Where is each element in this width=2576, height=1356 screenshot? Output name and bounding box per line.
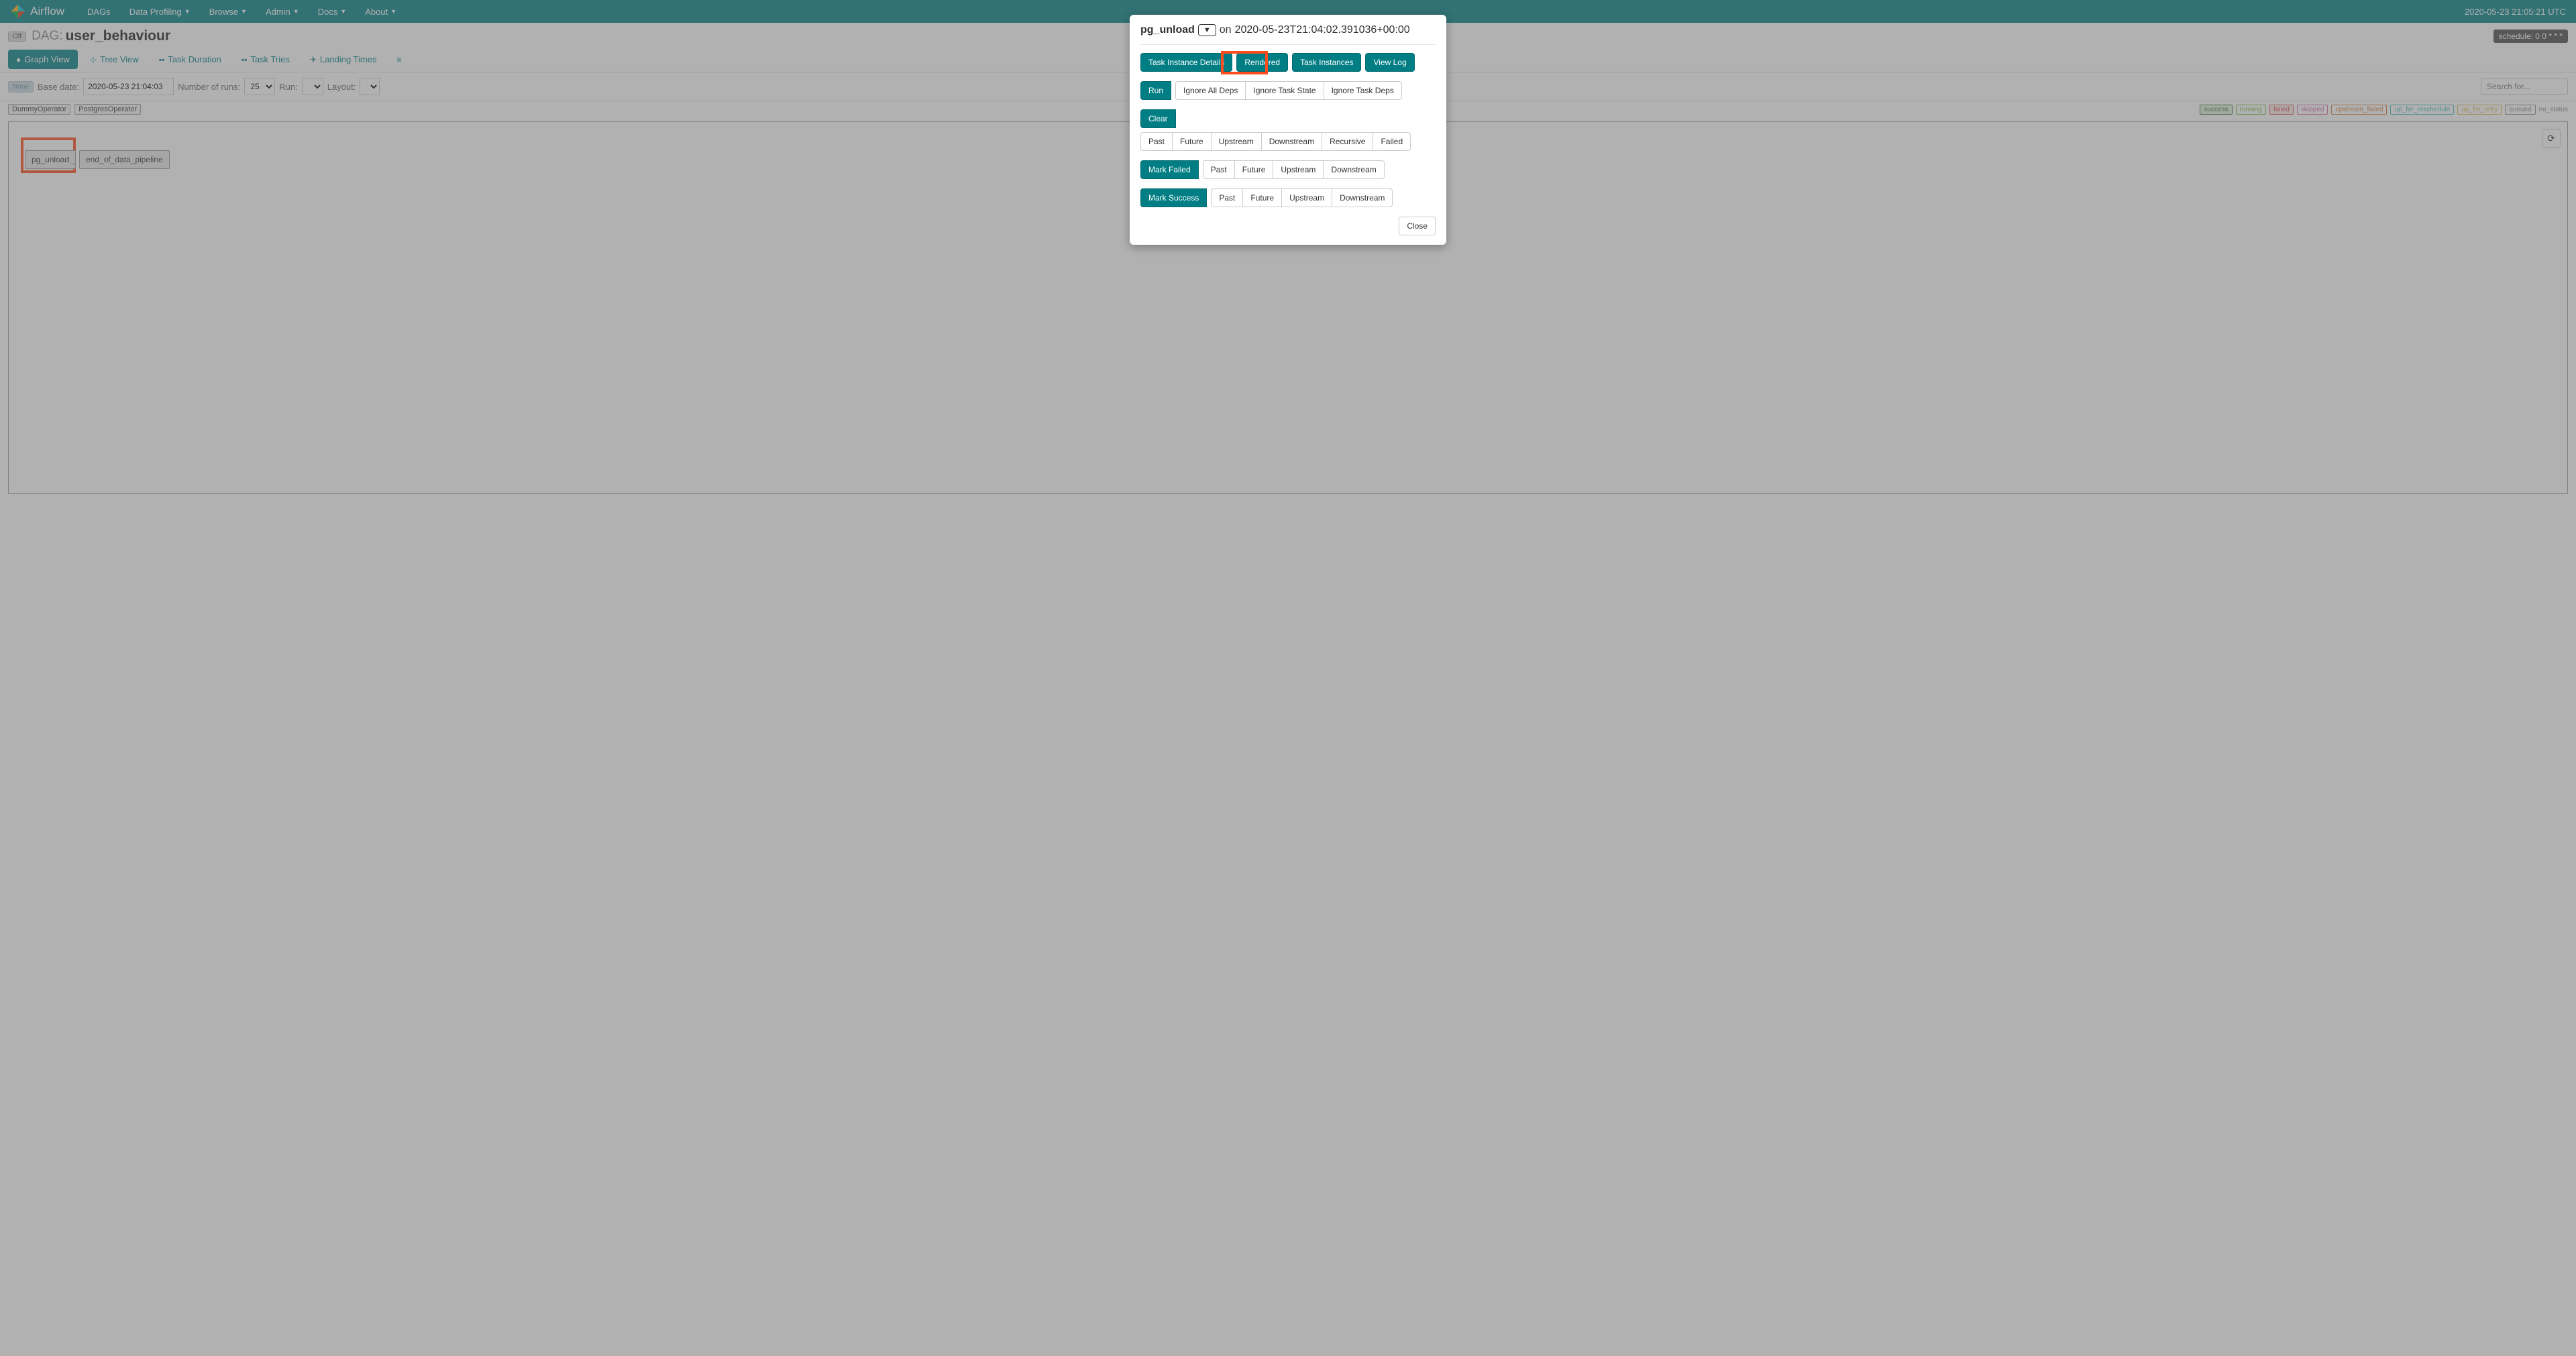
modal-row-clear: Clear Past Future Upstream Downstream Re…: [1140, 109, 1436, 151]
modal-task-id: pg_unload: [1140, 24, 1195, 36]
mf-future-button[interactable]: Future: [1234, 160, 1274, 179]
clear-button[interactable]: Clear: [1140, 109, 1176, 128]
mf-past-button[interactable]: Past: [1203, 160, 1235, 179]
task-instances-button[interactable]: Task Instances: [1292, 53, 1361, 72]
ms-upstream-button[interactable]: Upstream: [1281, 188, 1332, 207]
filter-button[interactable]: ▼: [1198, 24, 1216, 36]
ignore-all-deps-button[interactable]: Ignore All Deps: [1175, 81, 1246, 100]
clear-upstream-button[interactable]: Upstream: [1211, 132, 1262, 151]
close-button[interactable]: Close: [1399, 217, 1436, 235]
modal-header: pg_unload ▼ on 2020-05-23T21:04:02.39103…: [1140, 24, 1436, 45]
modal-datetime: 2020-05-23T21:04:02.391036+00:00: [1235, 24, 1410, 36]
modal-row-run: Run Ignore All Deps Ignore Task State Ig…: [1140, 81, 1436, 100]
mark-success-button[interactable]: Mark Success: [1140, 188, 1207, 207]
modal-overlay[interactable]: pg_unload ▼ on 2020-05-23T21:04:02.39103…: [0, 0, 2576, 1356]
modal-row-details: Task Instance Details Rendered Task Inst…: [1140, 53, 1436, 72]
mark-failed-button[interactable]: Mark Failed: [1140, 160, 1199, 179]
clear-downstream-button[interactable]: Downstream: [1261, 132, 1322, 151]
task-instance-details-button[interactable]: Task Instance Details: [1140, 53, 1232, 72]
filter-icon: ▼: [1203, 26, 1211, 34]
modal-row-mark-failed: Mark Failed Past Future Upstream Downstr…: [1140, 160, 1436, 179]
mf-downstream-button[interactable]: Downstream: [1323, 160, 1384, 179]
annotation-highlight-rendered: [1221, 51, 1268, 74]
mf-upstream-button[interactable]: Upstream: [1273, 160, 1324, 179]
modal-on: on: [1220, 24, 1232, 36]
clear-past-button[interactable]: Past: [1140, 132, 1173, 151]
task-instance-modal: pg_unload ▼ on 2020-05-23T21:04:02.39103…: [1130, 15, 1446, 245]
clear-failed-button[interactable]: Failed: [1373, 132, 1411, 151]
ignore-task-deps-button[interactable]: Ignore Task Deps: [1324, 81, 1402, 100]
clear-future-button[interactable]: Future: [1172, 132, 1212, 151]
ms-past-button[interactable]: Past: [1211, 188, 1243, 207]
run-button[interactable]: Run: [1140, 81, 1171, 100]
modal-row-mark-success: Mark Success Past Future Upstream Downst…: [1140, 188, 1436, 207]
clear-recursive-button[interactable]: Recursive: [1322, 132, 1373, 151]
ignore-task-state-button[interactable]: Ignore Task State: [1245, 81, 1324, 100]
ms-future-button[interactable]: Future: [1242, 188, 1282, 207]
modal-footer: Close: [1140, 217, 1436, 235]
ms-downstream-button[interactable]: Downstream: [1332, 188, 1393, 207]
view-log-button[interactable]: View Log: [1365, 53, 1414, 72]
